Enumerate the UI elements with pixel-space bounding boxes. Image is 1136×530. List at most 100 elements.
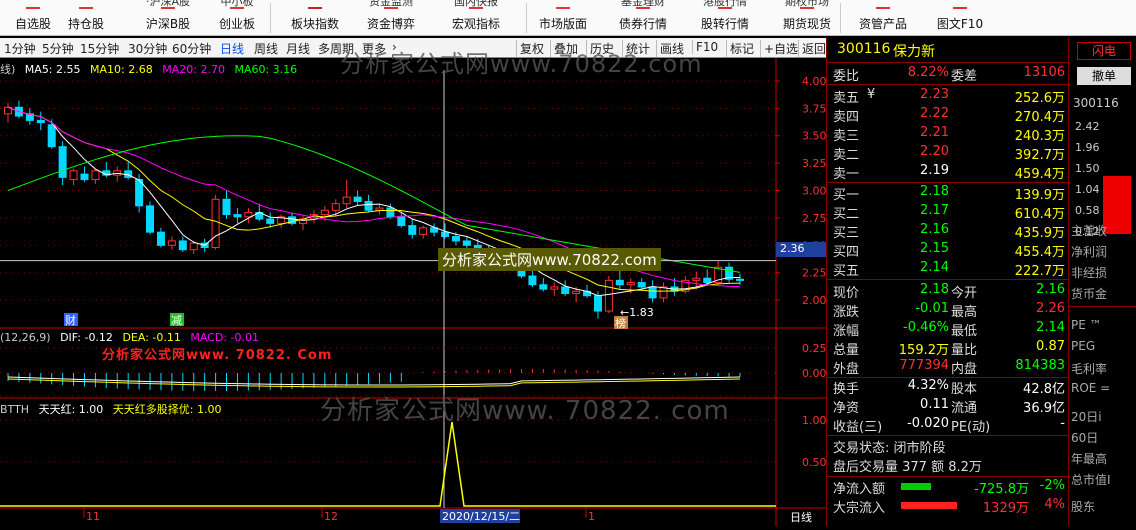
toolbar-button-9[interactable]: 港股行情 股转行情 <box>686 0 764 36</box>
toolbar-icon <box>308 1 322 9</box>
row-mark: ¥ <box>867 87 876 102</box>
toolbar-button-0[interactable]: 自选股 <box>8 0 58 36</box>
candle-body <box>386 207 395 218</box>
x-axis-label: 12 <box>324 510 338 523</box>
ma5-label: MA5: 2.55 <box>24 63 81 76</box>
flash-order-button[interactable]: 闪电 <box>1077 42 1131 60</box>
stat-value: 159.2万 <box>898 343 949 358</box>
sell-row-2: 卖三 2.21 240.3万 <box>827 125 1069 144</box>
chart-tool-7[interactable]: +自选 <box>760 40 798 57</box>
buy-row-0: 买一 2.18 139.9万 <box>827 184 1069 203</box>
toolbar-button-top-label: 期权市场 <box>785 0 829 8</box>
cancel-order-button[interactable]: 撤单 <box>1077 67 1131 85</box>
side-item-7: ROE = <box>1071 381 1111 395</box>
toolbar-button-3[interactable]: 中小板 创业板 <box>208 0 266 36</box>
stat-label: 量比 <box>951 343 978 358</box>
candle-body <box>135 179 144 207</box>
timeframe-tab-2[interactable]: 15分钟 <box>80 40 119 57</box>
toolbar-button-top-label: 资金监测 <box>369 0 413 8</box>
timeframe-tab-0[interactable]: 1分钟 <box>4 40 36 57</box>
toolbar-button-label: 债券行情 <box>618 17 667 31</box>
stat-value: 2.14 <box>1036 320 1065 335</box>
ma-legend: 线) MA5: 2.55 MA10: 2.68 MA20: 2.70 MA60:… <box>0 61 297 77</box>
candle-body <box>80 173 89 181</box>
toolbar-button-6[interactable]: 国内快报 宏观指标 <box>440 0 512 36</box>
toolbar-button-7[interactable]: 市场版面 <box>524 0 602 36</box>
candle-body <box>550 286 559 290</box>
side-item-5: PEG <box>1071 339 1096 353</box>
mini-bar <box>1103 176 1131 234</box>
candle-body <box>626 282 635 286</box>
toolbar-button-8[interactable]: 基金理财 债券行情 <box>604 0 682 36</box>
toolbar-button-label: 创业板 <box>218 17 255 31</box>
candle-body <box>47 124 56 148</box>
timeframe-tab-1[interactable]: 5分钟 <box>42 40 74 57</box>
timeframe-tab-3[interactable]: 30分钟 <box>128 40 167 57</box>
watermark-top: 分析家公式网www.70822.com <box>340 50 703 78</box>
btth-item2: 天天红多股择优: 1.00 <box>112 403 222 416</box>
bulk-inflow-row: 大宗流入 1329万 4% <box>827 497 1069 516</box>
toolbar-icon <box>953 1 967 9</box>
chart-tool-6[interactable]: 标记 <box>726 40 754 57</box>
stat-row-2: 涨幅 -0.46% 最低 2.14 <box>827 320 1069 339</box>
fund-value: - <box>1060 416 1065 431</box>
toolbar-button-5[interactable]: 资金监测 资金博弈 <box>352 0 430 36</box>
toolbar-button-label: 图文F10 <box>936 17 984 31</box>
row-label: 买三 <box>833 226 860 241</box>
row-label: 买五 <box>833 264 860 279</box>
side-item-6: 毛利率 <box>1071 362 1108 376</box>
stat-label: 涨幅 <box>833 324 860 339</box>
chart-area[interactable]: 4.003.753.503.253.002.752.502.252.00财减榜←… <box>0 50 827 526</box>
candle-body <box>146 205 155 233</box>
timeframe-tab-6[interactable]: 周线 <box>254 40 278 57</box>
row-price: 2.14 <box>920 260 949 275</box>
price-axis-label: 2.00 <box>802 294 826 307</box>
toolbar-button-label: 资金博弈 <box>366 17 415 31</box>
row-label: 卖二 <box>833 148 860 163</box>
candle-body <box>266 218 275 224</box>
chart-tool-8[interactable]: 返回 <box>798 40 826 57</box>
timeframe-tab-4[interactable]: 60分钟 <box>172 40 211 57</box>
toolbar-button-12[interactable]: 图文F10 <box>924 0 996 36</box>
side-item-9: 60日 <box>1071 431 1099 445</box>
event-marker-label: 财 <box>65 313 76 327</box>
fund-value: 0.11 <box>920 397 949 412</box>
stat-value: 814383 <box>1015 358 1065 373</box>
weibi-label: 委比 <box>833 69 860 84</box>
side-item-3: 货币金 <box>1071 287 1108 301</box>
kline-chart[interactable]: 4.003.753.503.253.002.752.502.252.00财减榜←… <box>0 58 827 526</box>
stat-row-1: 涨跌 -0.01 最高 2.26 <box>827 301 1069 320</box>
low-price-label: ←1.83 <box>620 306 654 319</box>
row-price: 2.17 <box>920 203 949 218</box>
toolbar-icon <box>79 1 93 9</box>
timeframe-tab-5[interactable]: 日线 <box>220 40 244 57</box>
period-label: 日线 <box>790 511 812 524</box>
toolbar-button-top-label: 基金理财 <box>621 0 665 8</box>
stat-label: 今开 <box>951 286 978 301</box>
candle-body <box>648 286 657 299</box>
candle-body <box>244 211 253 218</box>
fund-value: -0.020 <box>907 416 949 431</box>
toolbar-button-label: 宏观指标 <box>451 17 500 31</box>
toolbar-icon <box>26 1 40 9</box>
row-volume: 455.4万 <box>1014 245 1065 260</box>
fund-row-1: 净资 0.11 流通 36.9亿 <box>827 397 1069 416</box>
toolbar-button-11[interactable]: 资管产品 <box>850 0 916 36</box>
candle-body <box>528 275 537 286</box>
flow-label: 净流入额 <box>833 482 886 497</box>
toolbar-button-2[interactable]: ·沪深A股 沪深B股 <box>130 0 206 36</box>
toolbar-button-4[interactable]: 板块指数 <box>278 0 352 36</box>
toolbar-button-10[interactable]: 期权市场 期货现货 <box>768 0 846 36</box>
stat-value: -0.01 <box>915 301 949 316</box>
macd-label: MACD: -0.01 <box>190 331 259 344</box>
dea-label: DEA: -0.11 <box>122 331 181 344</box>
stock-name: 保力新 <box>893 44 935 60</box>
toolbar-button-1[interactable]: 持仓股 <box>60 0 112 36</box>
row-volume: 270.4万 <box>1014 110 1065 125</box>
btth-legend: BTTH 天天红: 1.00 天天红多股择优: 1.00 <box>0 401 221 417</box>
timeframe-tab-7[interactable]: 月线 <box>286 40 310 57</box>
side-item-1: 净利润 <box>1071 245 1108 259</box>
row-label: 卖三 <box>833 129 860 144</box>
row-price: 2.22 <box>920 106 949 121</box>
toolbar-button-label: 资管产品 <box>858 17 907 31</box>
